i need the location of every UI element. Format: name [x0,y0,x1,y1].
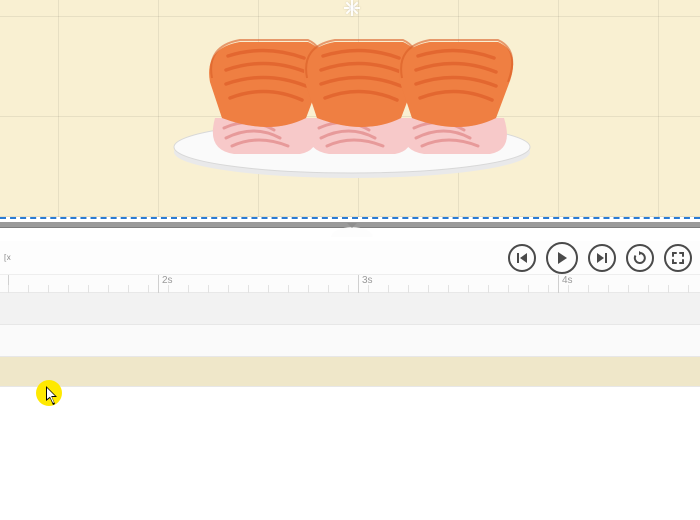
ruler-tick-minor [608,285,609,293]
ruler-tick-minor [548,285,549,293]
chevron-down-icon [347,223,357,228]
expand-icon [671,251,685,265]
ruler-tick-minor [68,285,69,293]
ruler-tick-minor [568,285,569,293]
skip-forward-icon [596,252,608,264]
ruler-tick-major [158,275,159,293]
ruler-tick-minor [448,285,449,293]
ruler-tick-minor [628,285,629,293]
ruler-tick-minor [28,285,29,293]
stage-artwork [0,0,700,217]
ruler-tick-major [358,275,359,293]
ruler-tick-minor [688,285,689,293]
play-icon [555,251,569,265]
ruler-tick-minor [128,285,129,293]
ruler-tick-minor [108,285,109,293]
ruler-tick-minor [488,285,489,293]
ruler-tick-minor [368,285,369,293]
ruler-tick-minor [328,285,329,293]
ruler-tick-minor [308,285,309,293]
ruler-tick-minor [508,285,509,293]
ruler-tick-minor [208,285,209,293]
timeline-track[interactable] [0,293,700,325]
fullscreen-button[interactable] [664,244,692,272]
ruler-tick-minor [248,285,249,293]
ruler-tick-major [558,275,559,293]
cursor-highlight [36,380,62,406]
ruler-tick-minor [648,285,649,293]
timeline-ruler[interactable]: 2s3s4s [0,275,700,293]
timeline-track[interactable] [0,325,700,357]
play-button[interactable] [546,242,578,274]
ruler-tick-minor [388,285,389,293]
ruler-tick-minor [8,285,9,293]
timeline-track[interactable] [0,357,700,387]
divider-handle[interactable] [330,219,374,239]
ruler-tick-minor [168,285,169,293]
ruler-tick-minor [668,285,669,293]
skip-back-button[interactable] [508,244,536,272]
ruler-tick-minor [588,285,589,293]
ruler-tick-minor [228,285,229,293]
ruler-tick-minor [528,285,529,293]
ruler-tick-minor [88,285,89,293]
ruler-tick-minor [408,285,409,293]
ruler-tick-minor [468,285,469,293]
loop-button[interactable] [626,244,654,272]
ruler-tick-minor [48,285,49,293]
ruler-tick-minor [348,285,349,293]
ruler-tick-minor [148,285,149,293]
panel-divider[interactable] [0,217,700,241]
ruler-tick-minor [428,285,429,293]
playback-toolbar: [x [0,241,700,275]
zoom-indicator[interactable]: [x [4,253,11,262]
ruler-tick-minor [268,285,269,293]
skip-forward-button[interactable] [588,244,616,272]
canvas-stage[interactable] [0,0,700,217]
empty-area [0,387,700,520]
skip-back-icon [516,252,528,264]
loop-icon [633,251,647,265]
ruler-tick-minor [188,285,189,293]
ruler-tick-minor [288,285,289,293]
timeline-tracks [0,293,700,387]
